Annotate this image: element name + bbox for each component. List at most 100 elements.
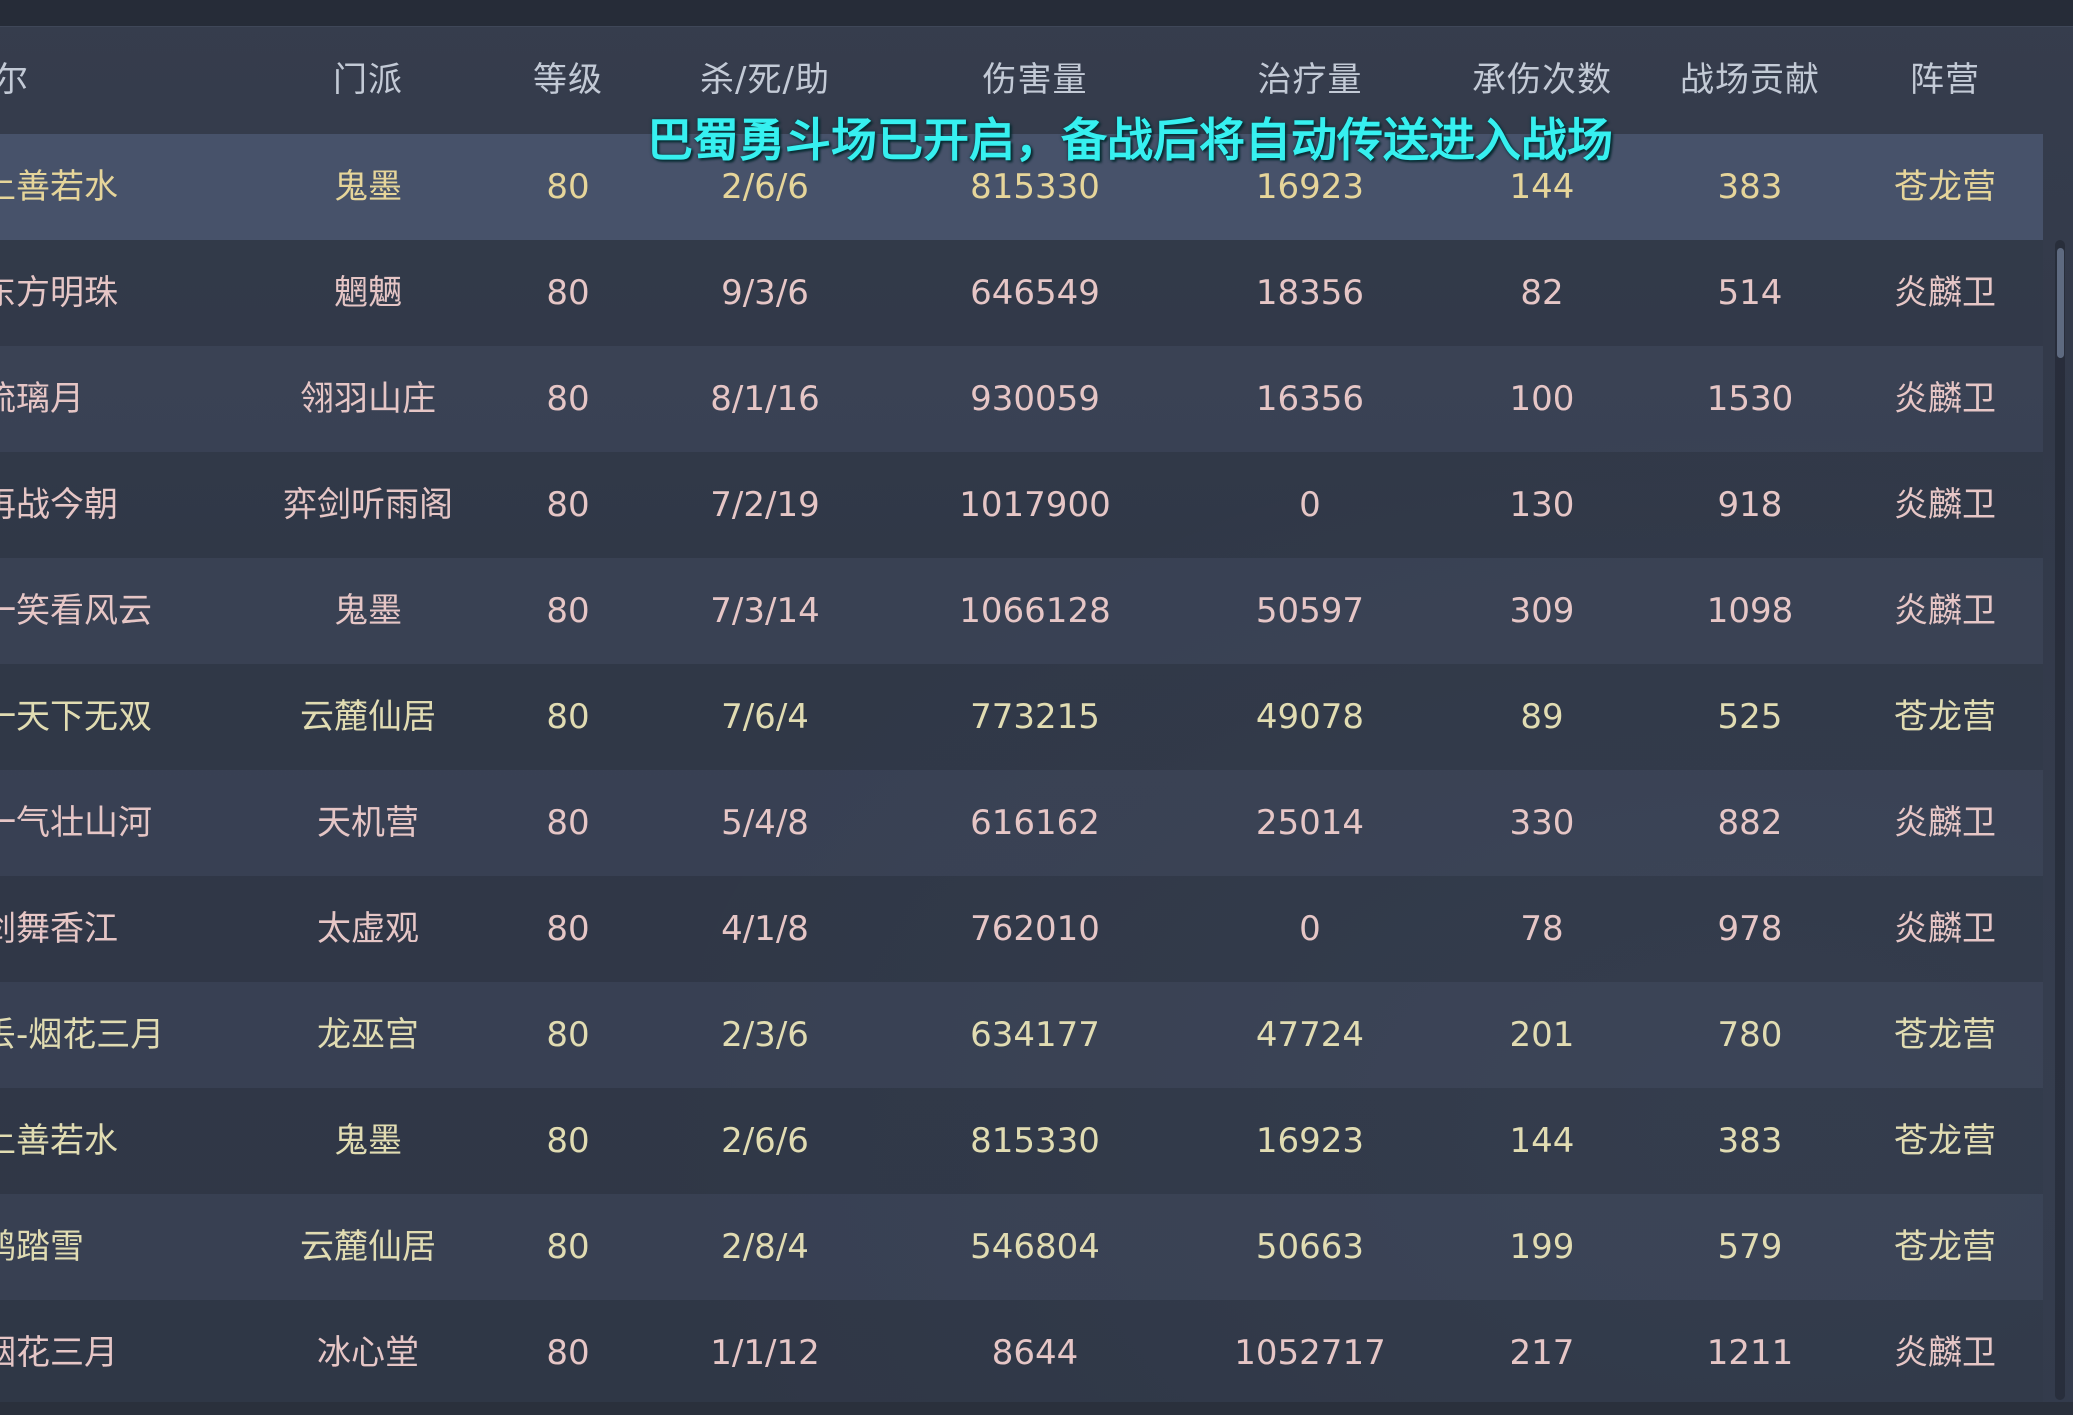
cell-contribution: 780: [1717, 1015, 1783, 1055]
scoreboard-header: 尔 门派 等级 杀/死/助 伤害量 治疗量 承伤次数 战场贡献 阵营: [0, 26, 2043, 134]
cell-player-name: 剑舞香江: [0, 909, 118, 949]
cell-kda: 2/3/6: [721, 1015, 809, 1055]
cell-player-name: 上善若水: [0, 167, 118, 207]
cell-faction: 炎麟卫: [1894, 485, 1996, 525]
cell-sect: 弈剑听雨阁: [283, 485, 453, 525]
cell-contribution: 1098: [1706, 591, 1794, 631]
cell-sect: 鬼墨: [334, 591, 402, 631]
cell-kda: 4/1/8: [721, 909, 809, 949]
cell-level: 80: [546, 909, 590, 949]
cell-healing: 16923: [1255, 1121, 1365, 1161]
header-damage[interactable]: 伤害量: [935, 26, 1135, 134]
header-hits-taken[interactable]: 承伤次数: [1442, 26, 1642, 134]
cell-hits-taken: 201: [1509, 1015, 1575, 1055]
header-faction[interactable]: 阵营: [1885, 26, 2005, 134]
cell-faction: 苍龙营: [1894, 1227, 1996, 1267]
cell-damage: 815330: [970, 1121, 1100, 1161]
scrollbar-track[interactable]: [2055, 240, 2065, 1400]
cell-contribution: 918: [1717, 485, 1783, 525]
cell-sect: 云麓仙居: [300, 1227, 436, 1267]
cell-contribution: 383: [1717, 1121, 1783, 1161]
table-row[interactable]: 一笑看风云 鬼墨 80 7/3/14 1066128 50597 309 1098 炎麟卫: [0, 558, 2043, 664]
cell-hits-taken: 144: [1509, 1121, 1575, 1161]
table-row[interactable]: 一天下无双 云麓仙居 80 7/6/4 773215 49078 89 525 苍龙营: [0, 664, 2043, 770]
header-level[interactable]: 等级: [508, 26, 628, 134]
table-row[interactable]: 烟花三月 冰心堂 80 1/1/12 8644 1052717 217 1211 炎麟卫: [0, 1300, 2043, 1406]
table-row[interactable]: 一气壮山河 天机营 80 5/4/8 616162 25014 330 882 炎麟卫: [0, 770, 2043, 876]
cell-sect: 魍魉: [334, 273, 402, 313]
table-row[interactable]: 上善若水 鬼墨 80 2/6/6 815330 16923 144 383 苍龙营: [0, 1088, 2043, 1194]
cell-damage: 1017900: [959, 485, 1111, 525]
cell-player-name: 流璃月: [0, 379, 84, 419]
cell-contribution: 514: [1717, 273, 1783, 313]
cell-hits-taken: 199: [1509, 1227, 1575, 1267]
table-row[interactable]: 剑舞香江 太虚观 80 4/1/8 762010 0 78 978 炎麟卫: [0, 876, 2043, 982]
cell-level: 80: [546, 803, 590, 843]
cell-healing: 18356: [1255, 273, 1365, 313]
table-row[interactable]: 东方明珠 魍魉 80 9/3/6 646549 18356 82 514 炎麟卫: [0, 240, 2043, 346]
cell-sect: 翎羽山庄: [300, 379, 436, 419]
cell-kda: 2/8/4: [721, 1227, 809, 1267]
cell-faction: 炎麟卫: [1894, 909, 1996, 949]
cell-damage: 930059: [970, 379, 1100, 419]
cell-damage: 646549: [970, 273, 1100, 313]
cell-faction: 炎麟卫: [1894, 273, 1996, 313]
cell-contribution: 383: [1717, 167, 1783, 207]
cell-kda: 7/6/4: [721, 697, 809, 737]
header-kda[interactable]: 杀/死/助: [665, 26, 865, 134]
cell-hits-taken: 309: [1509, 591, 1575, 631]
cell-healing: 16923: [1255, 167, 1365, 207]
cell-healing: 50663: [1255, 1227, 1365, 1267]
cell-damage: 773215: [970, 697, 1100, 737]
cell-hits-taken: 217: [1509, 1333, 1575, 1373]
cell-sect: 鬼墨: [334, 1121, 402, 1161]
panel-bottom-edge: [0, 1402, 2073, 1415]
cell-damage: 634177: [970, 1015, 1100, 1055]
cell-kda: 8/1/16: [710, 379, 820, 419]
cell-kda: 7/3/14: [710, 591, 820, 631]
cell-hits-taken: 130: [1509, 485, 1575, 525]
cell-damage: 762010: [970, 909, 1100, 949]
panel-top-edge: [0, 0, 2073, 27]
cell-player-name: 东方明珠: [0, 273, 118, 313]
cell-faction: 苍龙营: [1894, 1015, 1996, 1055]
cell-level: 80: [546, 697, 590, 737]
cell-player-name: 上善若水: [0, 1121, 118, 1161]
cell-sect: 冰心堂: [317, 1333, 419, 1373]
cell-damage: 8644: [991, 1333, 1079, 1373]
table-row[interactable]: 丢-烟花三月 龙巫宫 80 2/3/6 634177 47724 201 780 苍龙营: [0, 982, 2043, 1088]
header-name[interactable]: 尔: [0, 26, 34, 134]
cell-healing: 47724: [1255, 1015, 1365, 1055]
table-row[interactable]: 流璃月 翎羽山庄 80 8/1/16 930059 16356 100 1530 炎麟卫: [0, 346, 2043, 452]
cell-kda: 2/6/6: [721, 1121, 809, 1161]
cell-level: 80: [546, 1227, 590, 1267]
cell-contribution: 978: [1717, 909, 1783, 949]
cell-player-name: 鸿踏雪: [0, 1227, 84, 1267]
cell-damage: 815330: [970, 167, 1100, 207]
table-row[interactable]: 鸿踏雪 云麓仙居 80 2/8/4 546804 50663 199 579 苍龙营: [0, 1194, 2043, 1300]
header-sect[interactable]: 门派: [268, 26, 468, 134]
cell-sect: 鬼墨: [334, 167, 402, 207]
cell-kda: 1/1/12: [710, 1333, 820, 1373]
cell-faction: 苍龙营: [1894, 167, 1996, 207]
cell-faction: 炎麟卫: [1894, 803, 1996, 843]
cell-player-name: 再战今朝: [0, 485, 118, 525]
cell-healing: 49078: [1255, 697, 1365, 737]
cell-hits-taken: 89: [1520, 697, 1564, 737]
scrollbar-thumb[interactable]: [2057, 248, 2064, 358]
cell-kda: 9/3/6: [721, 273, 809, 313]
table-row[interactable]: 上善若水 鬼墨 80 2/6/6 815330 16923 144 383 苍龙营: [0, 134, 2043, 240]
cell-damage: 546804: [970, 1227, 1100, 1267]
cell-level: 80: [546, 485, 590, 525]
cell-level: 80: [546, 1121, 590, 1161]
header-healing[interactable]: 治疗量: [1210, 26, 1410, 134]
table-row[interactable]: 再战今朝 弈剑听雨阁 80 7/2/19 1017900 0 130 918 炎麟卫: [0, 452, 2043, 558]
header-contribution[interactable]: 战场贡献: [1650, 26, 1850, 134]
cell-healing: 50597: [1255, 591, 1365, 631]
cell-contribution: 1211: [1706, 1333, 1794, 1373]
battlefield-scoreboard: 尔 门派 等级 杀/死/助 伤害量 治疗量 承伤次数 战场贡献 阵营 上善若水鬼…: [0, 0, 2073, 1415]
cell-contribution: 579: [1717, 1227, 1783, 1267]
cell-sect: 龙巫宫: [317, 1015, 419, 1055]
cell-faction: 炎麟卫: [1894, 591, 1996, 631]
cell-level: 80: [546, 591, 590, 631]
